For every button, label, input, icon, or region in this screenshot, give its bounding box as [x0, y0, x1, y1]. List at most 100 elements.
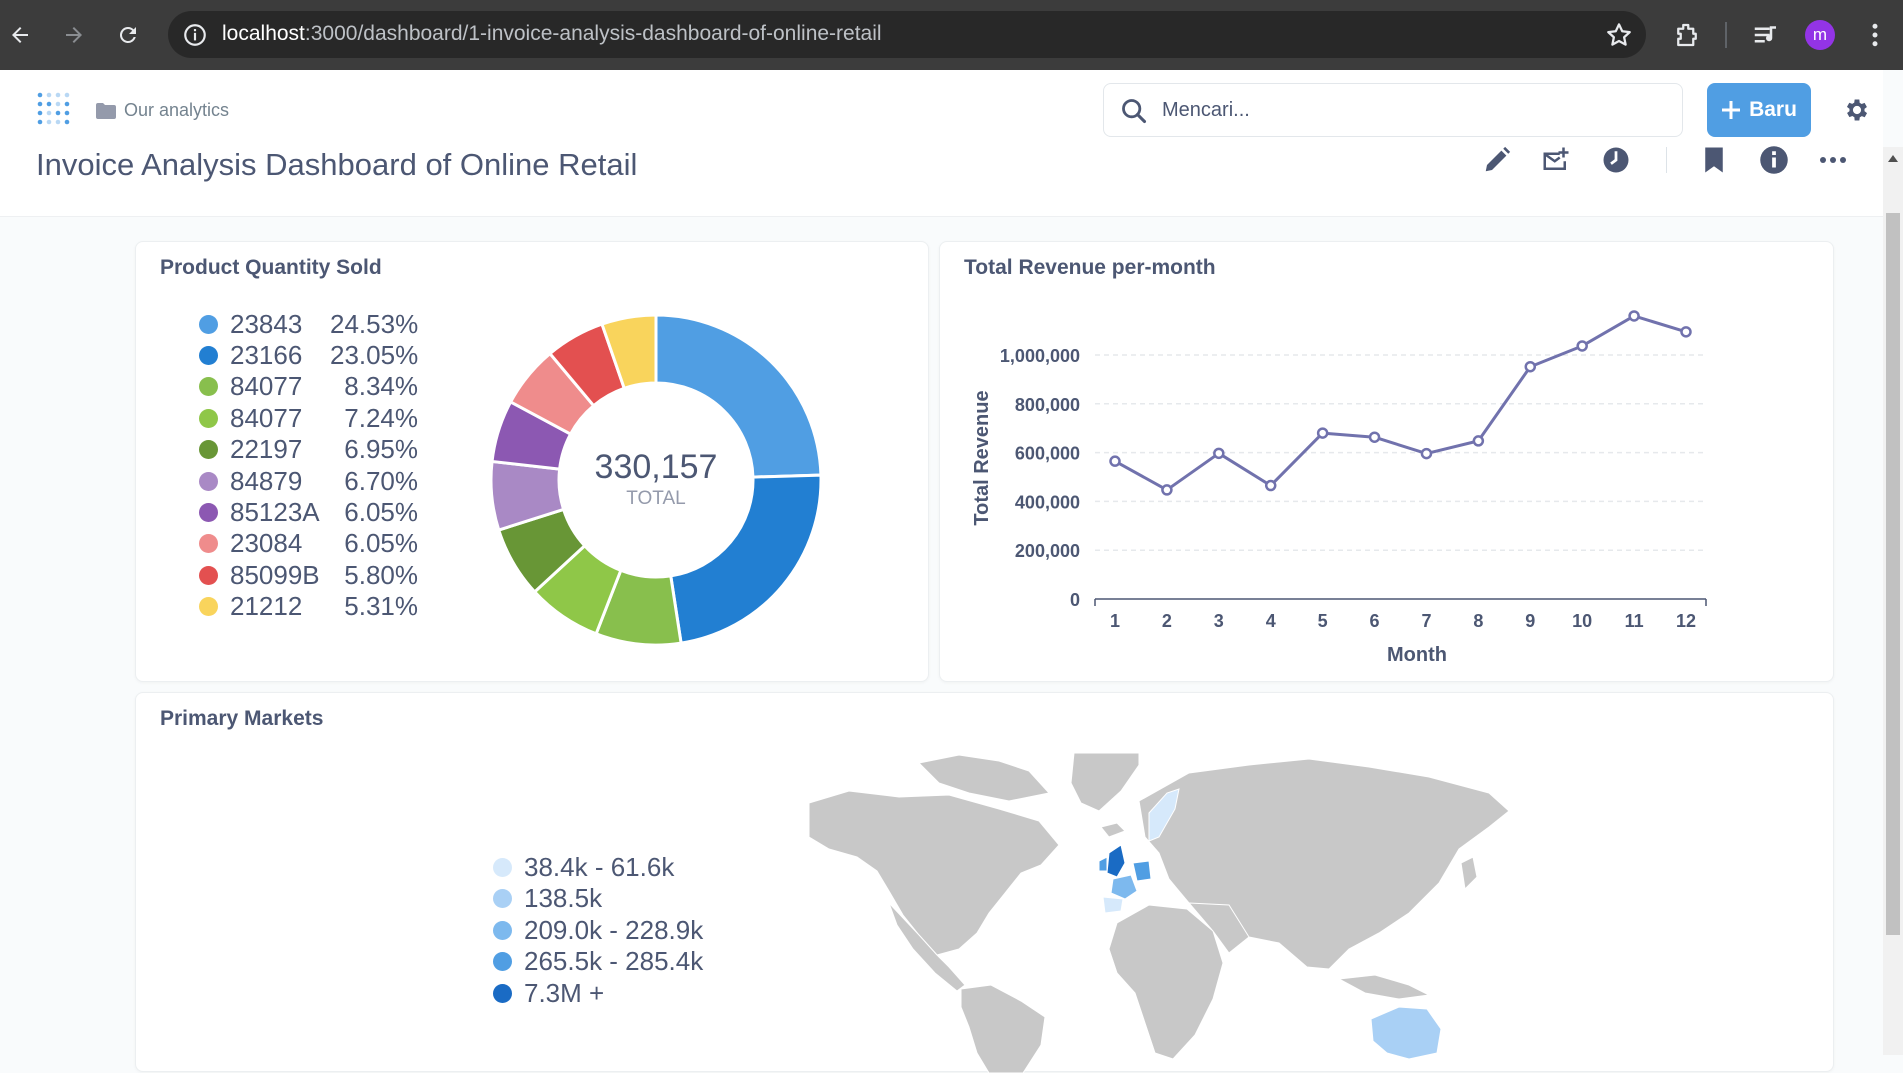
map-region-spain: [1102, 896, 1124, 914]
legend-item[interactable]: 84879 6.70%: [199, 465, 418, 497]
line-point[interactable]: [1264, 479, 1277, 492]
line-point[interactable]: [1109, 455, 1121, 467]
donut-chart: 330,157 TOTAL: [489, 313, 823, 647]
map-region-iceland: [1100, 822, 1126, 838]
search-input[interactable]: [1162, 84, 1662, 136]
y-axis-label: Total Revenue: [971, 390, 993, 525]
info-icon[interactable]: [182, 22, 208, 48]
line-point[interactable]: [1524, 360, 1537, 373]
y-tick-label: 800,000: [1015, 395, 1080, 415]
line-point[interactable]: [1420, 447, 1433, 460]
more-options-icon[interactable]: [1818, 145, 1848, 175]
legend-label: 21212: [230, 591, 303, 622]
line-point[interactable]: [1576, 340, 1588, 352]
url-host: localhost: [222, 22, 305, 45]
bookmark-icon[interactable]: [1699, 145, 1729, 175]
new-button[interactable]: Baru: [1707, 83, 1811, 137]
x-tick-label: 6: [1370, 611, 1380, 631]
legend-percent: 7.24%: [344, 402, 418, 433]
y-tick-label: 1,000,000: [1000, 346, 1080, 366]
legend-label: 84077: [230, 402, 303, 433]
map-legend-label: 38.4k - 61.6k: [524, 851, 675, 882]
legend-item[interactable]: 23843 24.53%: [199, 308, 418, 340]
legend-item[interactable]: 21212 5.31%: [199, 591, 418, 623]
card-title[interactable]: Primary Markets: [160, 707, 323, 731]
map-legend-label: 265.5k - 285.4k: [524, 946, 704, 976]
primary-markets-card[interactable]: Primary Markets 38.4k - 61.6k 138.5k 209.0…: [135, 692, 1834, 1073]
arrow-right-icon: [66, 27, 82, 43]
y-tick-label: 200,000: [1015, 541, 1080, 561]
subscription-icon[interactable]: [1541, 145, 1571, 175]
legend-item[interactable]: 85099B 5.80%: [199, 559, 418, 591]
profile-avatar[interactable]: m: [1805, 20, 1835, 50]
search-bar[interactable]: [1103, 83, 1683, 137]
legend-label: 84879: [230, 465, 303, 496]
metabase-logo[interactable]: [34, 90, 74, 130]
scroll-up-arrow-icon[interactable]: [1888, 155, 1898, 162]
line-point[interactable]: [1316, 427, 1329, 439]
legend-swatch: [199, 440, 218, 460]
map-region-north-america: [809, 790, 1060, 956]
line-point[interactable]: [1628, 310, 1640, 322]
x-tick-label: 11: [1625, 611, 1644, 631]
legend-item[interactable]: 85123A 6.05%: [199, 496, 418, 528]
settings-gear-icon[interactable]: [1843, 96, 1871, 124]
legend-percent: 6.05%: [344, 496, 418, 527]
legend-swatch: [199, 408, 218, 428]
x-tick-label: 12: [1676, 611, 1696, 631]
donut-slice[interactable]: [669, 473, 823, 645]
breadcrumb[interactable]: Our analytics: [96, 100, 229, 121]
legend-label: 23084: [230, 528, 303, 559]
legend-label: 23166: [230, 339, 303, 370]
map-region-canada-islands: [917, 754, 1050, 802]
x-tick-label: 1: [1110, 611, 1120, 631]
page-scrollbar[interactable]: [1883, 147, 1903, 1055]
kebab-menu-icon[interactable]: [1860, 20, 1890, 50]
reload-icon: [119, 26, 136, 43]
line-point[interactable]: [1680, 326, 1692, 338]
legend-percent: 23.05%: [330, 339, 419, 370]
map-legend-swatch: [493, 857, 512, 877]
media-control-icon[interactable]: [1751, 20, 1781, 50]
map-legend-swatch: [493, 983, 512, 1003]
legend-item[interactable]: 23166 23.05%: [199, 339, 418, 371]
legend-label: 22197: [230, 434, 303, 465]
reload-button[interactable]: [111, 18, 145, 52]
app-header: Our analytics Baru: [0, 70, 1883, 147]
info-icon[interactable]: [1759, 145, 1789, 175]
legend-item[interactable]: 84077 8.34%: [199, 371, 418, 403]
legend-label: 23843: [230, 308, 303, 339]
map-legend-item: 138.5k: [493, 883, 602, 915]
product-quantity-card[interactable]: Product Quantity Sold 23843 24.53% 23166 23…: [135, 241, 929, 682]
legend-swatch: [199, 314, 218, 334]
legend-swatch: [199, 377, 218, 397]
revenue-card[interactable]: Total Revenue per-month 0 200,000 400,000 6…: [939, 241, 1834, 682]
map-legend-item: 38.4k - 61.6k: [493, 851, 674, 883]
legend-label: 85099B: [230, 559, 320, 590]
line-point[interactable]: [1161, 484, 1173, 496]
legend-item[interactable]: 22197 6.95%: [199, 434, 418, 466]
map-region-africa: [1108, 904, 1224, 1060]
forward-button[interactable]: [57, 18, 91, 52]
line-point[interactable]: [1213, 447, 1225, 460]
breadcrumb-collection[interactable]: Our analytics: [124, 100, 229, 121]
map-region-southeast-asia: [1337, 974, 1431, 1000]
legend-item[interactable]: 84077 7.24%: [199, 402, 418, 434]
legend-item[interactable]: 23084 6.05%: [199, 528, 418, 560]
edit-pencil-icon[interactable]: [1482, 145, 1512, 175]
address-bar[interactable]: localhost:3000/dashboard/1-invoice-analy…: [168, 11, 1646, 58]
back-button[interactable]: [3, 18, 37, 52]
line-point[interactable]: [1368, 431, 1381, 443]
extensions-icon[interactable]: [1672, 20, 1702, 50]
map-legend-swatch: [493, 952, 512, 971]
donut-total-value: 330,157: [595, 448, 718, 486]
auto-refresh-clock-icon[interactable]: [1601, 145, 1631, 175]
bookmark-star-icon[interactable]: [1604, 20, 1634, 50]
action-divider: [1666, 147, 1667, 173]
x-tick-label: 5: [1318, 611, 1328, 631]
scroll-thumb[interactable]: [1886, 213, 1900, 935]
card-title[interactable]: Product Quantity Sold: [160, 256, 382, 280]
line-point[interactable]: [1472, 435, 1485, 447]
dashboard-title[interactable]: Invoice Analysis Dashboard of Online Ret…: [36, 147, 637, 183]
map-legend-item: 209.0k - 228.9k: [493, 914, 703, 946]
